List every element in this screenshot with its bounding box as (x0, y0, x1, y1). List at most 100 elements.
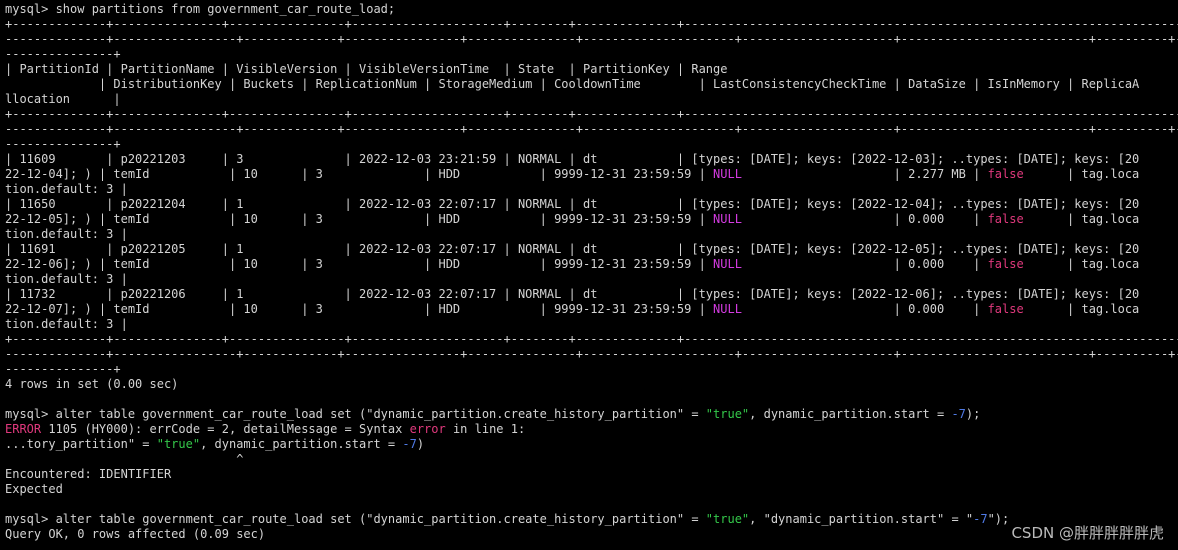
terminal-line: Query OK, 0 rows affected (0.09 sec) (5, 527, 1178, 542)
terminal-line: | 11650 | p20221204 | 1 | 2022-12-03 22:… (5, 197, 1178, 212)
terminal-text-segment: NULL (713, 302, 742, 316)
terminal-text-segment: in line 1: (445, 422, 526, 436)
terminal-text-segment: , dynamic_partition.start = (749, 407, 952, 421)
terminal-line: ...tory_partition" = "true", dynamic_par… (5, 437, 1178, 452)
terminal-text-segment: | 0.000 | (741, 212, 988, 226)
terminal-text-segment: tion.default: 3 | (5, 317, 128, 331)
terminal-text-segment: NULL (713, 257, 742, 271)
terminal-text-segment: 22-12-05]; ) | temId | 10 | 3 | HDD | 99… (5, 212, 714, 226)
terminal-text-segment: tion.default: 3 | (5, 227, 128, 241)
terminal-line: 22-12-04]; ) | temId | 10 | 3 | HDD | 99… (5, 167, 1178, 182)
terminal-text-segment: 22-12-07]; ) | temId | 10 | 3 | HDD | 99… (5, 302, 714, 316)
terminal-text-segment: | DistributionKey | Buckets | Replicatio… (5, 77, 1140, 91)
terminal-line: --------------+-----------------+-------… (5, 347, 1178, 362)
terminal-line: | PartitionId | PartitionName | VisibleV… (5, 62, 1178, 77)
terminal-text-segment: llocation | (5, 92, 121, 106)
terminal-text-segment: NULL (713, 167, 742, 181)
terminal-text-segment: -7 (402, 437, 417, 451)
terminal-line: | DistributionKey | Buckets | Replicatio… (5, 77, 1178, 92)
terminal-text-segment: ...tory_partition" = (5, 437, 157, 451)
terminal-text-segment: | 11650 | p20221204 | 1 | 2022-12-03 22:… (5, 197, 1140, 211)
terminal-text-segment: ^ (5, 452, 244, 466)
terminal-text-segment: NULL (713, 212, 742, 226)
terminal-line: mysql> alter table government_car_route_… (5, 407, 1178, 422)
terminal-text-segment: ERROR (5, 422, 42, 436)
terminal-text-segment: ); (965, 407, 981, 421)
terminal-text-segment: | tag.loca (1023, 257, 1140, 271)
terminal-line: | 11732 | p20221206 | 1 | 2022-12-03 22:… (5, 287, 1178, 302)
terminal-text-segment: | 0.000 | (741, 302, 988, 316)
csdn-watermark: CSDN @胖胖胖胖胖虎 (1011, 524, 1164, 542)
terminal-text-segment: +-------------+---------------+---------… (5, 332, 1178, 346)
terminal-text-segment: 4 rows in set (0.00 sec) (5, 377, 179, 391)
terminal-text-segment: Expected (5, 482, 63, 496)
terminal-text-segment: Encountered: IDENTIFIER (5, 467, 172, 481)
terminal-text-segment: mysql> alter table government_car_route_… (5, 512, 706, 526)
terminal-text-segment: 1105 (HY000): errCode = 2, detailMessage… (41, 422, 410, 436)
terminal-line: --------------+-----------------+-------… (5, 122, 1178, 137)
terminal-line: 4 rows in set (0.00 sec) (5, 377, 1178, 392)
terminal-text-segment: | tag.loca (1023, 302, 1140, 316)
terminal-text-segment: "true" (156, 437, 201, 451)
terminal-text-segment: false (987, 212, 1024, 226)
terminal-window[interactable]: mysql> show partitions from government_c… (0, 0, 1178, 550)
terminal-text-segment: error (409, 422, 446, 436)
terminal-text-segment: -7 (951, 407, 966, 421)
terminal-text-segment: "); (987, 512, 1010, 526)
terminal-text-segment: mysql> alter table government_car_route_… (5, 407, 706, 421)
terminal-text-segment: 22-12-04]; ) | temId | 10 | 3 | HDD | 99… (5, 167, 714, 181)
terminal-line: tion.default: 3 | (5, 272, 1178, 287)
terminal-text-segment: false (987, 257, 1024, 271)
terminal-line: tion.default: 3 | (5, 182, 1178, 197)
terminal-text-segment: --------------+-----------------+-------… (5, 347, 1178, 361)
terminal-text-segment: | tag.loca (1023, 167, 1140, 181)
terminal-text-segment: | PartitionId | PartitionName | VisibleV… (5, 62, 728, 76)
terminal-text-segment: +-------------+---------------+---------… (5, 17, 1178, 31)
terminal-line: tion.default: 3 | (5, 227, 1178, 242)
terminal-output: mysql> show partitions from government_c… (5, 2, 1178, 542)
terminal-text-segment: ---------------+ (5, 362, 121, 376)
terminal-line: tion.default: 3 | (5, 317, 1178, 332)
terminal-text-segment: 22-12-06]; ) | temId | 10 | 3 | HDD | 99… (5, 257, 714, 271)
terminal-line: mysql> show partitions from government_c… (5, 2, 1178, 17)
terminal-text-segment: tion.default: 3 | (5, 182, 128, 196)
terminal-line: 22-12-05]; ) | temId | 10 | 3 | HDD | 99… (5, 212, 1178, 227)
terminal-text-segment: "true" (705, 512, 750, 526)
terminal-text-segment: -7 (973, 512, 988, 526)
terminal-text-segment: +-------------+---------------+---------… (5, 107, 1178, 121)
terminal-line: ---------------+ (5, 47, 1178, 62)
terminal-line: ---------------+ (5, 362, 1178, 377)
terminal-line: +-------------+---------------+---------… (5, 17, 1178, 32)
terminal-text-segment: | tag.loca (1023, 212, 1140, 226)
terminal-line: +-------------+---------------+---------… (5, 332, 1178, 347)
terminal-line: mysql> alter table government_car_route_… (5, 512, 1178, 527)
terminal-line: 22-12-06]; ) | temId | 10 | 3 | HDD | 99… (5, 257, 1178, 272)
terminal-text-segment: , "dynamic_partition.start" = " (749, 512, 974, 526)
terminal-text-segment: | 11609 | p20221203 | 3 | 2022-12-03 23:… (5, 152, 1140, 166)
terminal-line: +-------------+---------------+---------… (5, 107, 1178, 122)
terminal-text-segment: tion.default: 3 | (5, 272, 128, 286)
terminal-line: | 11609 | p20221203 | 3 | 2022-12-03 23:… (5, 152, 1178, 167)
terminal-text-segment: | 11691 | p20221205 | 1 | 2022-12-03 22:… (5, 242, 1140, 256)
terminal-text-segment: "true" (705, 407, 750, 421)
terminal-text-segment: false (987, 167, 1024, 181)
terminal-line: ---------------+ (5, 137, 1178, 152)
terminal-text-segment: | 2.277 MB | (741, 167, 988, 181)
terminal-text-segment: ---------------+ (5, 47, 121, 61)
terminal-text-segment: , dynamic_partition.start = (200, 437, 403, 451)
terminal-text-segment: --------------+-----------------+-------… (5, 32, 1178, 46)
terminal-text-segment: ) (416, 437, 425, 451)
terminal-line: 22-12-07]; ) | temId | 10 | 3 | HDD | 99… (5, 302, 1178, 317)
terminal-text-segment: false (987, 302, 1024, 316)
terminal-text-segment: | 0.000 | (741, 257, 988, 271)
terminal-line: llocation | (5, 92, 1178, 107)
terminal-line: ERROR 1105 (HY000): errCode = 2, detailM… (5, 422, 1178, 437)
terminal-text-segment: ---------------+ (5, 137, 121, 151)
terminal-text-segment: --------------+-----------------+-------… (5, 122, 1178, 136)
terminal-line: Encountered: IDENTIFIER (5, 467, 1178, 482)
terminal-line: --------------+-----------------+-------… (5, 32, 1178, 47)
terminal-text-segment: | 11732 | p20221206 | 1 | 2022-12-03 22:… (5, 287, 1140, 301)
terminal-line: | 11691 | p20221205 | 1 | 2022-12-03 22:… (5, 242, 1178, 257)
